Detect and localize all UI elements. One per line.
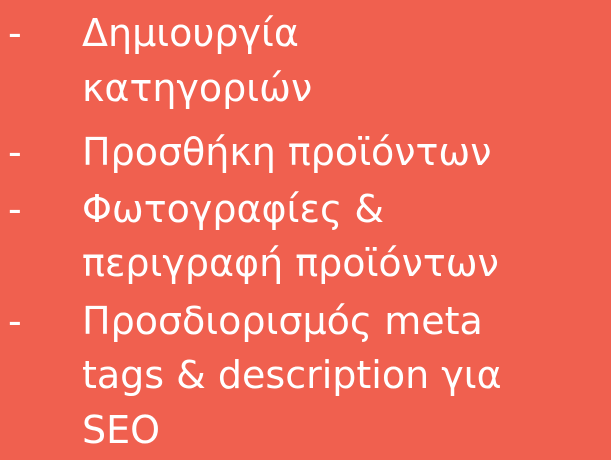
bullet-marker: -	[8, 130, 22, 174]
bullet-text-line: Δημιουργία	[82, 11, 299, 55]
bullet-text-line: περιγραφή προϊόντων	[82, 241, 499, 285]
bullet-text-line: Προσδιορισμός meta	[82, 299, 483, 343]
bullet-text-line: κατηγοριών	[82, 66, 313, 110]
bullet-text-line: tags & description για	[82, 353, 502, 397]
bullet-list: - Δημιουργία κατηγοριών - Προσθήκη προϊό…	[0, 0, 611, 460]
bullet-text-line: SEO	[82, 408, 161, 452]
bullet-text-line: Φωτογραφίες &	[82, 187, 384, 231]
bullet-text-line: Προσθήκη προϊόντων	[82, 130, 492, 174]
bullet-marker: -	[8, 11, 22, 55]
bullet-marker: -	[8, 187, 22, 231]
bullet-marker: -	[8, 299, 22, 343]
